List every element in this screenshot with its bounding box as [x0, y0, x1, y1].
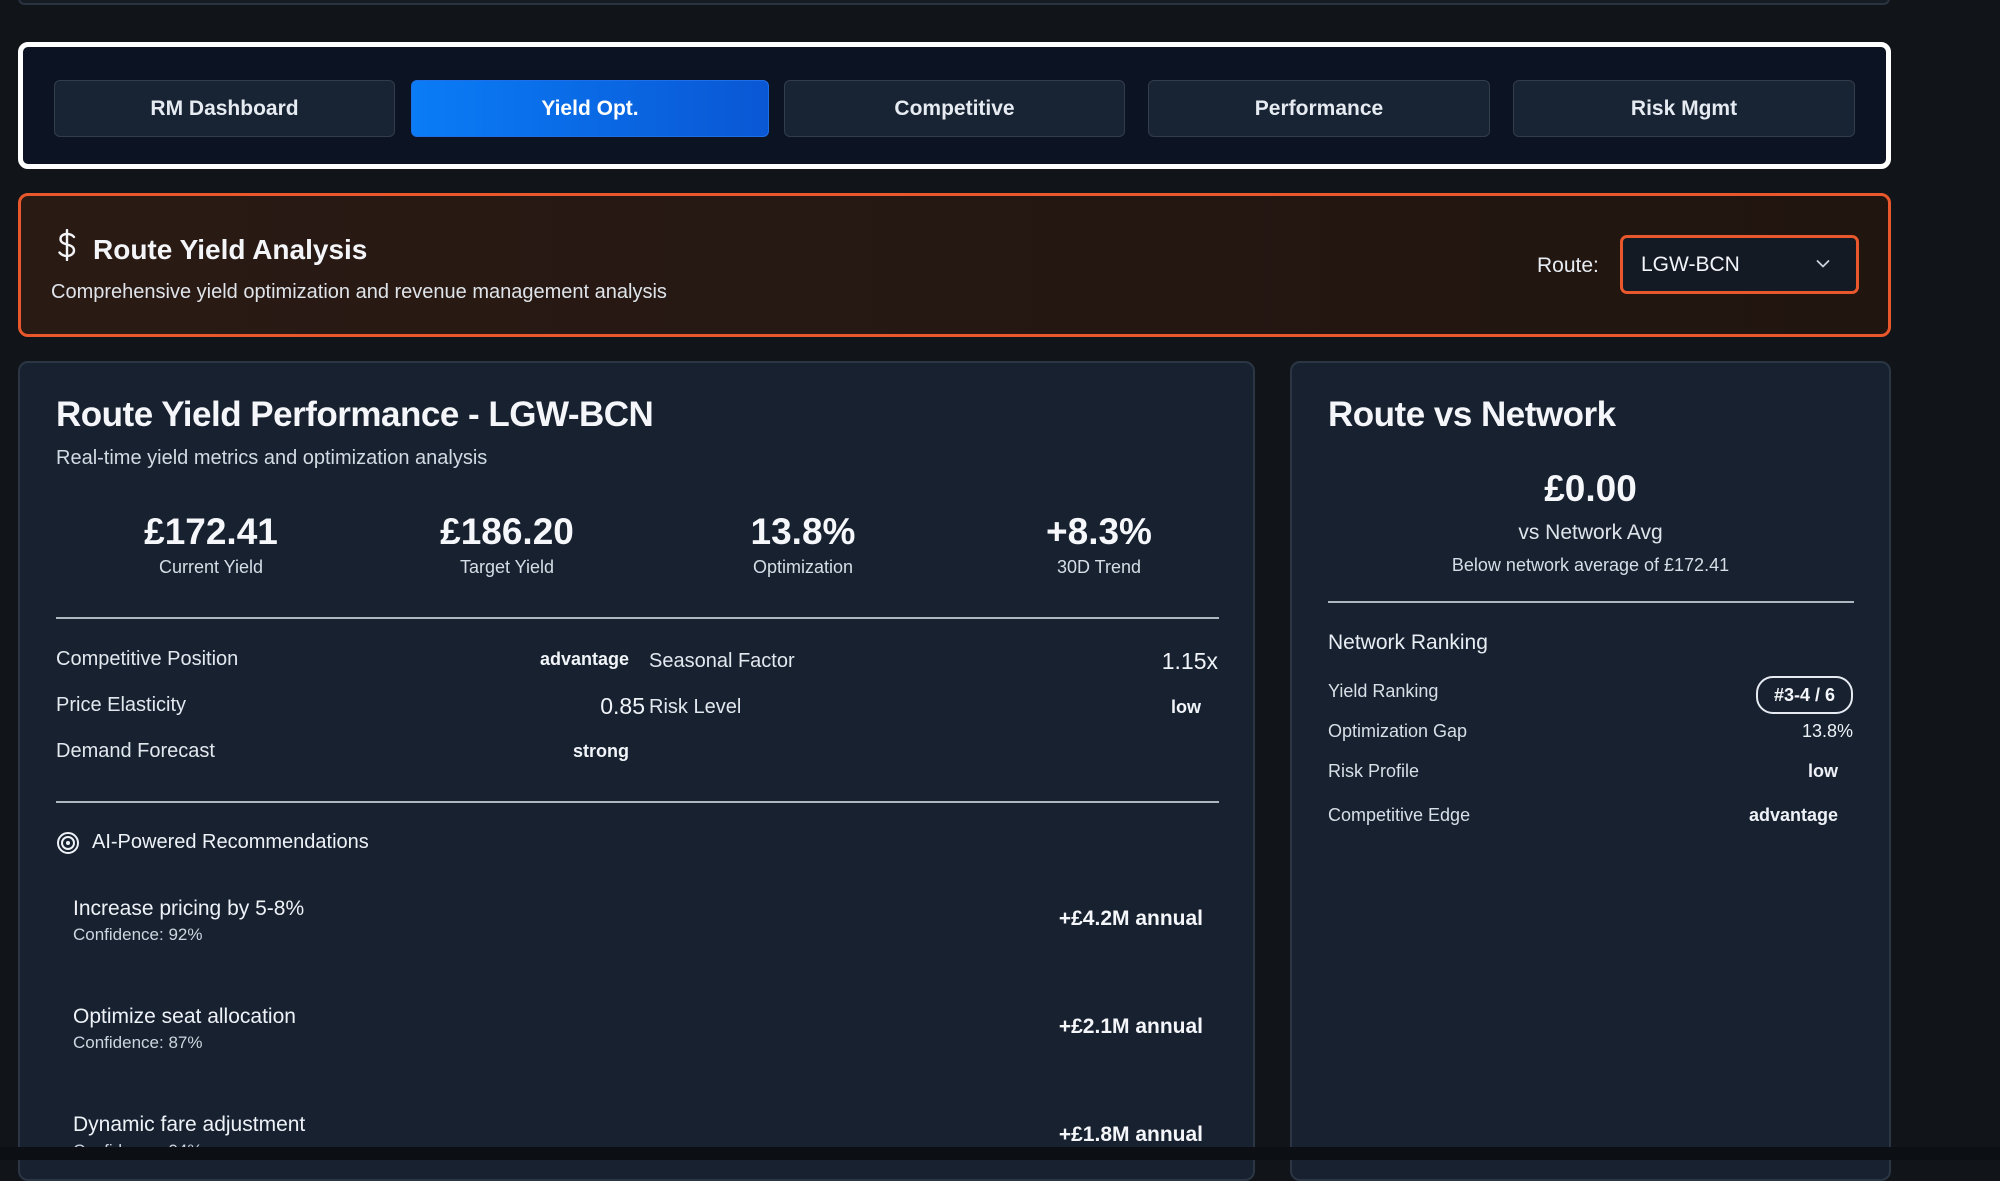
recommendation-title: Increase pricing by 5-8% — [73, 897, 305, 920]
risk-level-label: Risk Level — [649, 696, 742, 718]
tab-competitive[interactable]: Competitive — [784, 80, 1125, 137]
recommendation-confidence: Confidence: 92% — [73, 925, 203, 944]
network-ranking-title: Network Ranking — [1328, 631, 1488, 654]
demand-forecast-value: strong — [573, 741, 629, 761]
yield-ranking-badge: #3-4 / 6 — [1755, 676, 1853, 714]
recommendation-title: Dynamic fare adjustment — [73, 1113, 306, 1136]
demand-forecast-label: Demand Forecast — [56, 740, 215, 762]
metric-value: +8.3% — [1046, 511, 1152, 552]
metric-30d-trend: +8.3% 30D Trend — [949, 511, 1249, 578]
recommendation-title: Optimize seat allocation — [73, 1005, 296, 1028]
recommendation-item: Optimize seat allocation Confidence: 87%… — [73, 1005, 1203, 1053]
route-select-value: LGW-BCN — [1641, 252, 1740, 276]
optimization-gap-value: 13.8% — [1801, 721, 1853, 741]
route-select[interactable]: LGW-BCN — [1620, 235, 1859, 294]
divider — [56, 617, 1219, 619]
yield-card-subtitle: Real-time yield metrics and optimization… — [56, 447, 488, 469]
metric-label: Optimization — [752, 557, 854, 577]
competitive-position-value: advantage — [539, 649, 629, 669]
dollar-icon — [58, 229, 76, 261]
seasonal-factor-value: 1.15x — [1161, 648, 1218, 674]
route-label: Route: — [1537, 254, 1599, 277]
network-delta-value: £0.00 — [1544, 468, 1637, 509]
metric-label: Current Yield — [158, 557, 264, 577]
seasonal-factor-label: Seasonal Factor — [649, 650, 795, 672]
route-vs-network-card: Route vs Network £0.00 vs Network Avg Be… — [1290, 361, 1891, 1181]
divider — [56, 801, 1219, 803]
risk-level-value: low — [1171, 697, 1201, 717]
price-elasticity-value: 0.85 — [600, 693, 645, 719]
metric-label: Target Yield — [459, 557, 555, 577]
window-bottom-edge — [0, 1147, 2000, 1160]
yield-ranking-label: Yield Ranking — [1328, 681, 1439, 701]
tab-risk-mgmt[interactable]: Risk Mgmt — [1513, 80, 1855, 137]
route-yield-performance-card: Route Yield Performance - LGW-BCN Real-t… — [18, 361, 1255, 1181]
tab-performance[interactable]: Performance — [1148, 80, 1490, 137]
network-delta-note: Below network average of £172.41 — [1451, 555, 1730, 575]
competitive-edge-value: advantage — [1748, 805, 1838, 825]
chevron-down-icon — [1816, 260, 1830, 268]
tab-yield-opt[interactable]: Yield Opt. — [411, 80, 769, 137]
metric-value: £186.20 — [440, 511, 574, 552]
banner-title: Route Yield Analysis — [93, 234, 368, 265]
network-delta-label: vs Network Avg — [1518, 521, 1663, 544]
tab-bar: RM Dashboard Yield Opt. Competitive Perf… — [18, 42, 1891, 169]
network-card-title: Route vs Network — [1328, 395, 1616, 434]
optimization-gap-label: Optimization Gap — [1328, 721, 1468, 741]
previous-card-edge — [18, 0, 1890, 5]
recommendation-impact: +£4.2M annual — [1058, 907, 1203, 930]
tab-rm-dashboard[interactable]: RM Dashboard — [54, 80, 395, 137]
recommendation-impact: +£1.8M annual — [1058, 1123, 1203, 1146]
competitive-edge-label: Competitive Edge — [1328, 805, 1471, 825]
metric-value: 13.8% — [750, 511, 856, 552]
recommendations-title: AI-Powered Recommendations — [92, 831, 369, 853]
risk-profile-label: Risk Profile — [1328, 761, 1420, 781]
route-yield-banner: Route Yield Analysis Comprehensive yield… — [18, 193, 1891, 337]
divider — [1328, 601, 1854, 603]
risk-profile-value: low — [1808, 761, 1838, 781]
metric-target-yield: £186.20 Target Yield — [357, 511, 657, 578]
recommendation-item: Increase pricing by 5-8% Confidence: 92%… — [73, 897, 1203, 945]
metric-value: £172.41 — [144, 511, 278, 552]
competitive-position-label: Competitive Position — [56, 648, 239, 670]
metric-optimization: 13.8% Optimization — [653, 511, 953, 578]
target-icon — [57, 832, 79, 854]
recommendation-confidence: Confidence: 87% — [73, 1033, 203, 1052]
recommendation-impact: +£2.1M annual — [1058, 1015, 1203, 1038]
banner-subtitle: Comprehensive yield optimization and rev… — [51, 281, 667, 303]
metric-label: 30D Trend — [1056, 557, 1142, 577]
metric-current-yield: £172.41 Current Yield — [61, 511, 361, 578]
price-elasticity-label: Price Elasticity — [56, 694, 187, 716]
yield-card-title: Route Yield Performance - LGW-BCN — [56, 395, 654, 434]
